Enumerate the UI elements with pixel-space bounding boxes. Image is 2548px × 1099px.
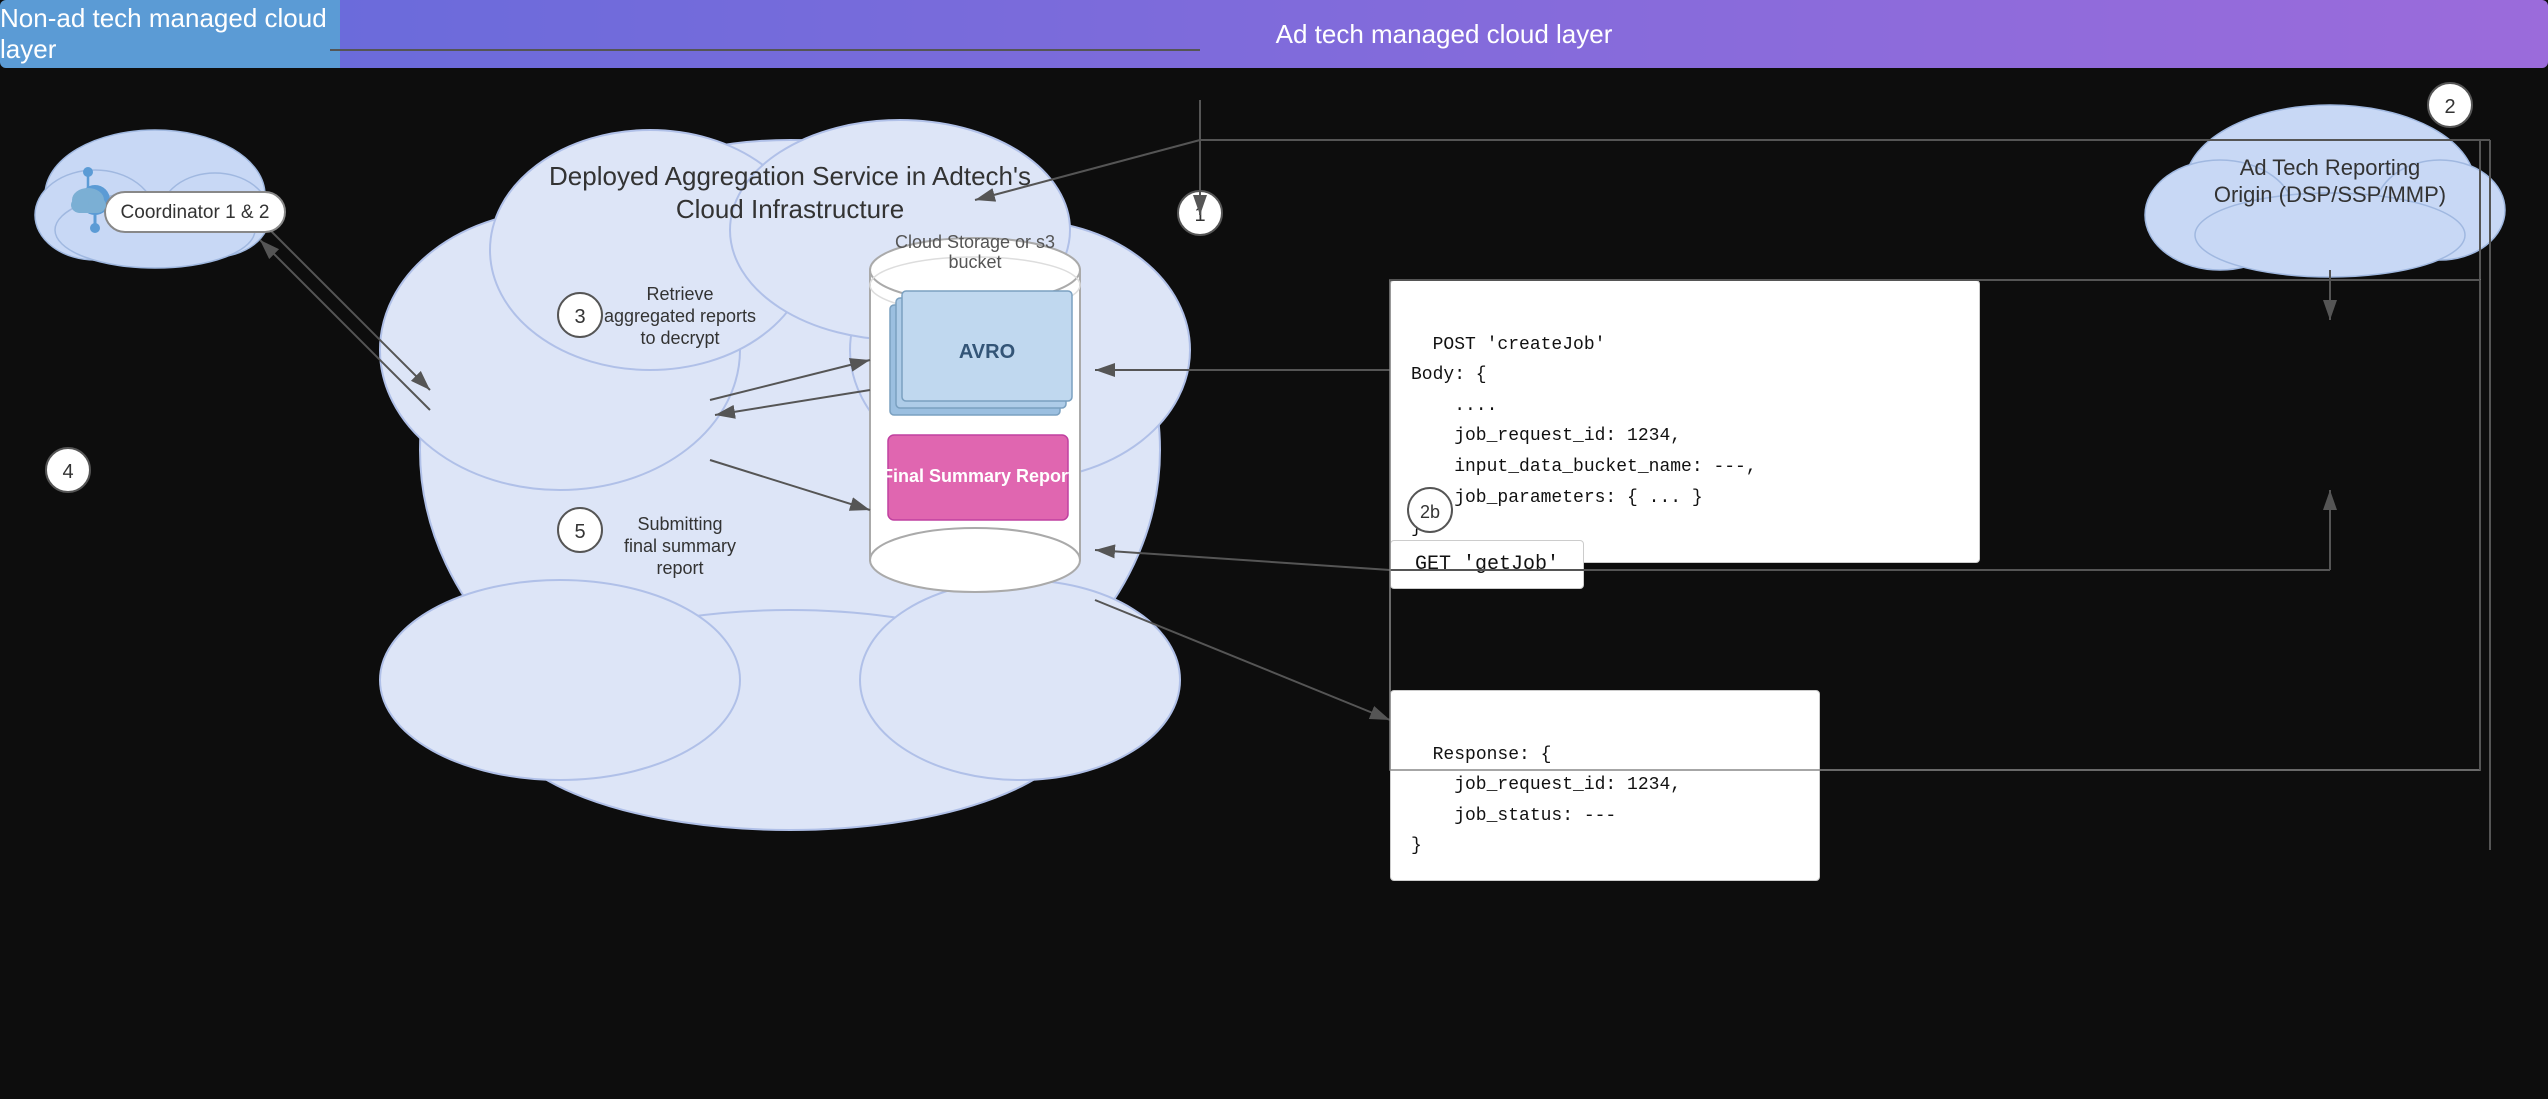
- svg-text:Origin (DSP/SSP/MMP): Origin (DSP/SSP/MMP): [2214, 182, 2446, 207]
- svg-text:AVRO: AVRO: [959, 341, 1015, 363]
- svg-text:1: 1: [1194, 204, 1205, 226]
- diagram-svg: 1 2 2b 3 4 5 Coordinator 1 & 2 Deployed …: [0, 0, 2548, 1099]
- coordinator-cloud: [35, 130, 270, 268]
- svg-text:Final Summary Report: Final Summary Report: [882, 466, 1074, 486]
- svg-text:Submitting: Submitting: [637, 514, 722, 534]
- header-container: Non-ad tech managed cloud layer Ad tech …: [0, 0, 2548, 68]
- ad-header: Ad tech managed cloud layer: [340, 0, 2548, 68]
- svg-text:Coordinator 1 & 2: Coordinator 1 & 2: [121, 202, 270, 223]
- svg-text:2: 2: [2444, 96, 2455, 118]
- worker-text: Aggregation Worker (TEE instance): [472, 419, 667, 481]
- svg-text:final summary: final summary: [624, 536, 736, 556]
- svg-text:Cloud Infrastructure: Cloud Infrastructure: [676, 194, 904, 224]
- svg-text:Retrieve: Retrieve: [646, 284, 713, 304]
- ad-label: Ad tech managed cloud layer: [1276, 19, 1613, 50]
- post-code-content: POST 'createJob' Body: { .... job_reques…: [1411, 335, 1757, 539]
- response-box: Response: { job_request_id: 1234, job_st…: [1390, 690, 1820, 881]
- svg-text:report: report: [656, 558, 703, 578]
- svg-text:5: 5: [574, 521, 585, 543]
- response-content: Response: { job_request_id: 1234, job_st…: [1411, 745, 1681, 857]
- non-ad-label: Non-ad tech managed cloud layer: [0, 3, 340, 65]
- svg-text:to decrypt: to decrypt: [640, 328, 719, 348]
- get-job-content: GET 'getJob': [1415, 553, 1559, 576]
- worker-box: Aggregation Worker (TEE instance): [430, 390, 710, 510]
- svg-text:4: 4: [62, 461, 73, 483]
- svg-text:bucket: bucket: [948, 252, 1001, 272]
- svg-text:aggregated reports: aggregated reports: [604, 306, 756, 326]
- adtech-cloud: [2145, 105, 2505, 277]
- get-job-box: GET 'getJob': [1390, 540, 1584, 589]
- svg-text:3: 3: [574, 306, 585, 328]
- non-ad-header: Non-ad tech managed cloud layer: [0, 0, 340, 68]
- post-create-job-box: POST 'createJob' Body: { .... job_reques…: [1390, 280, 1980, 563]
- svg-text:Ad Tech Reporting: Ad Tech Reporting: [2240, 155, 2421, 180]
- svg-text:Cloud Storage or s3: Cloud Storage or s3: [895, 232, 1055, 252]
- svg-text:Deployed Aggregation Service i: Deployed Aggregation Service in Adtech's: [549, 161, 1031, 191]
